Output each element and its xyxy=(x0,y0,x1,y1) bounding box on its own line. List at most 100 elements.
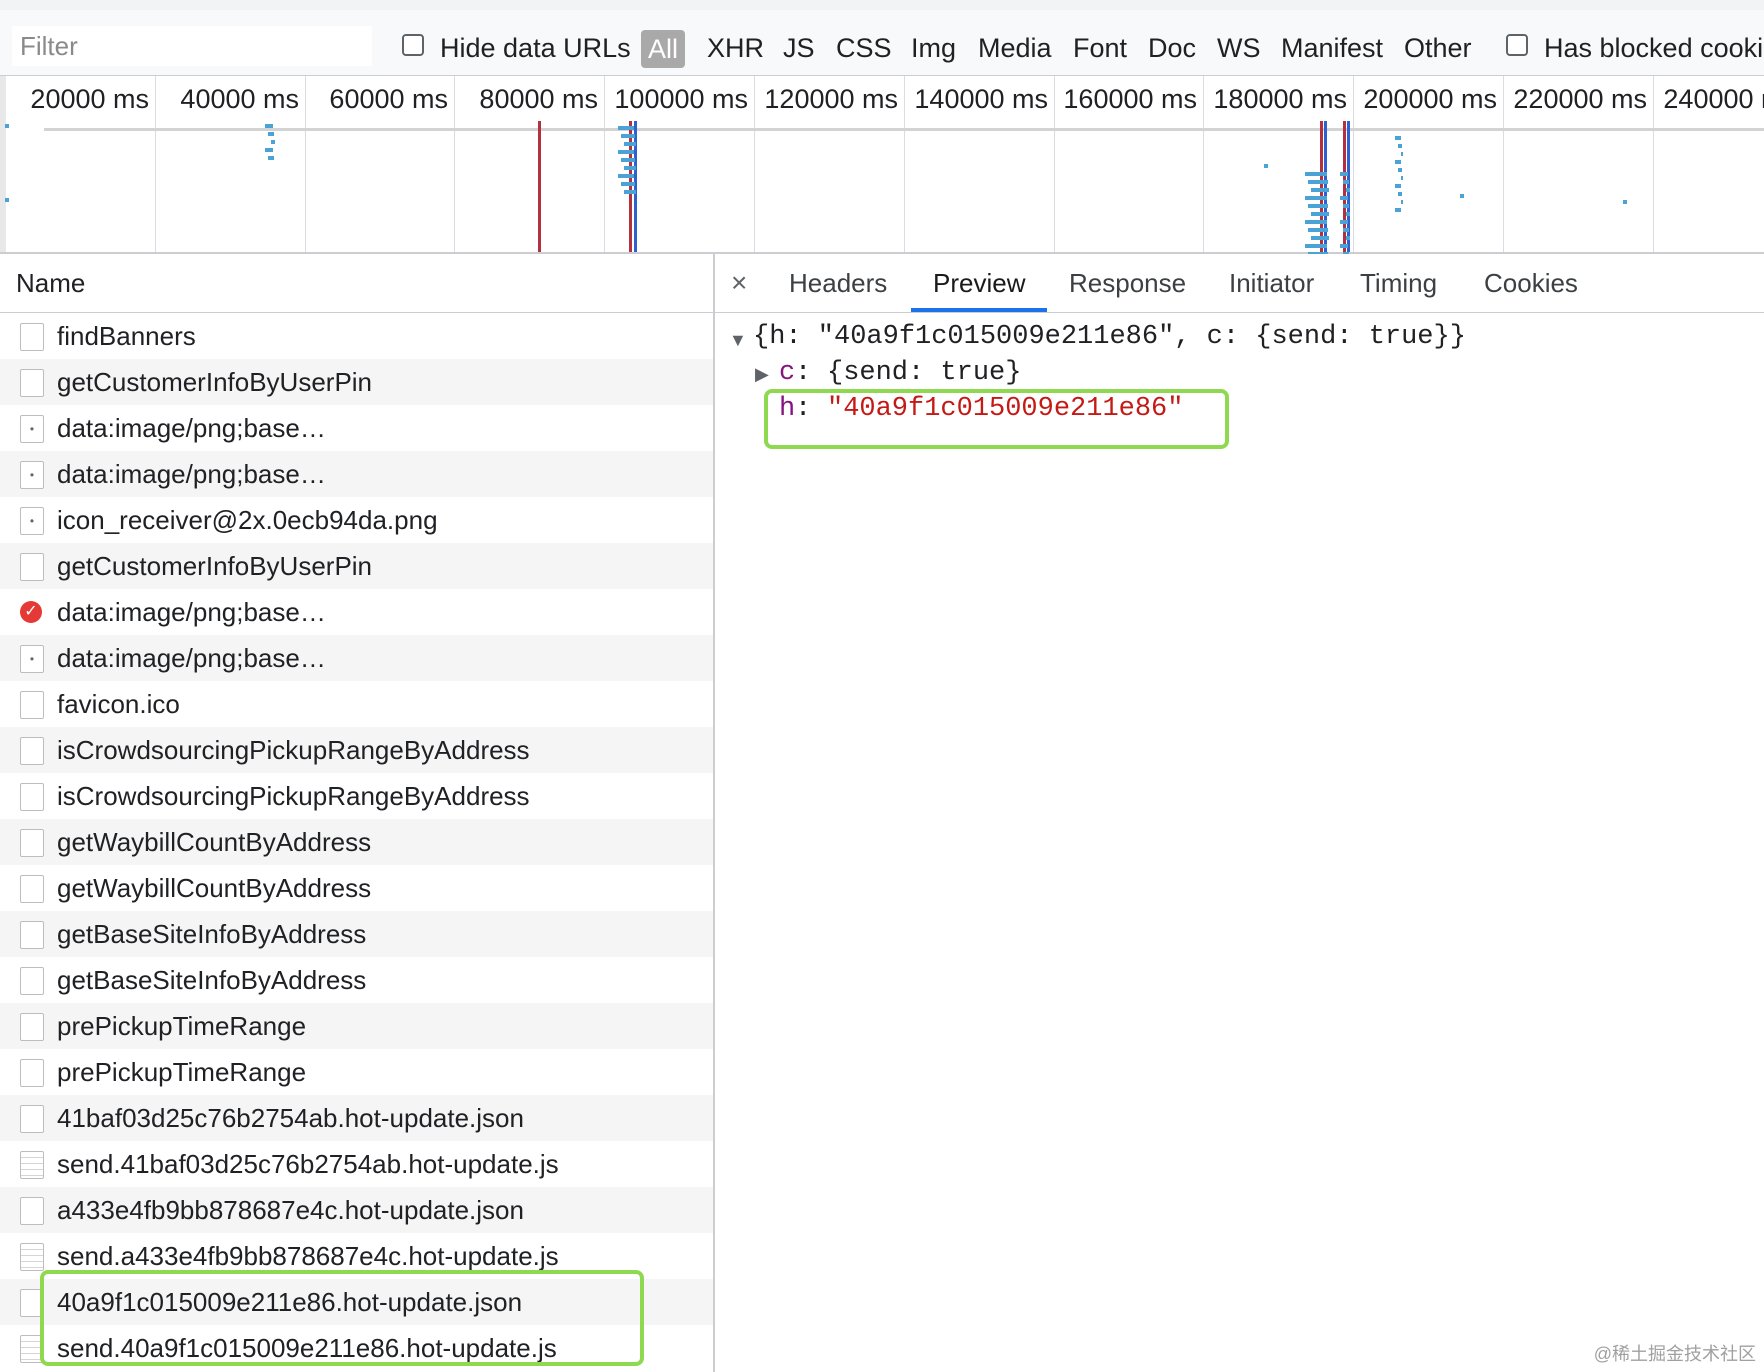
overview-request-bar xyxy=(621,158,635,162)
overview-request-bar xyxy=(624,166,636,170)
overview-request-bar xyxy=(1340,244,1348,248)
request-row[interactable]: prePickupTimeRange xyxy=(0,1003,713,1049)
request-row[interactable]: send.41baf03d25c76b2754ab.hot-update.js xyxy=(0,1141,713,1187)
overview-request-bar xyxy=(1395,160,1401,164)
overview-request-bar xyxy=(1343,180,1349,184)
overview-event-marker xyxy=(1347,121,1350,252)
filter-media-button[interactable]: Media xyxy=(978,32,1052,64)
request-row[interactable]: • icon_receiver@2x.0ecb94da.png xyxy=(0,497,713,543)
detail-tabs: × Headers Preview Response Initiator Tim… xyxy=(715,254,1764,313)
request-name: getWaybillCountByAddress xyxy=(57,827,372,857)
overview-request-bar xyxy=(1340,220,1348,224)
expand-root-triangle-icon[interactable]: ▼ xyxy=(729,330,747,351)
overview-request-bar xyxy=(5,124,9,128)
request-name: data:image/png;base… xyxy=(57,643,326,673)
watermark: @稀土掘金技术社区 xyxy=(1593,1344,1756,1364)
filter-all-button[interactable]: All xyxy=(641,30,685,68)
overview-tick-line xyxy=(305,76,306,252)
request-name: data:image/png;base… xyxy=(57,413,326,443)
request-row[interactable]: prePickupTimeRange xyxy=(0,1049,713,1095)
overview-tick-label: 240000 ms xyxy=(1663,84,1764,114)
request-row[interactable]: getBaseSiteInfoByAddress xyxy=(0,957,713,1003)
filter-manifest-button[interactable]: Manifest xyxy=(1281,32,1383,64)
blank-file-icon xyxy=(20,921,44,949)
expand-c-triangle-icon[interactable]: ▶ xyxy=(755,364,769,385)
has-blocked-cookies-checkbox[interactable] xyxy=(1506,34,1528,56)
filter-ws-button[interactable]: WS xyxy=(1217,32,1261,64)
preview-root-object[interactable]: {h: "40a9f1c015009e211e86", c: {send: tr… xyxy=(753,322,1466,352)
request-row[interactable]: getBaseSiteInfoByAddress xyxy=(0,911,713,957)
image-thumbnail-icon: • xyxy=(20,461,44,489)
request-row[interactable]: • data:image/png;base… xyxy=(0,635,713,681)
filter-font-button[interactable]: Font xyxy=(1073,32,1127,64)
overview-request-bar xyxy=(1401,152,1403,156)
request-row[interactable]: getWaybillCountByAddress xyxy=(0,819,713,865)
blank-file-icon xyxy=(20,691,44,719)
overview-request-bar xyxy=(624,142,636,146)
tab-headers[interactable]: Headers xyxy=(789,254,887,312)
overview-tick-label: 20000 ms xyxy=(30,84,149,114)
overview-request-bar xyxy=(1398,144,1402,148)
request-name: data:image/png;base… xyxy=(57,597,326,627)
filter-xhr-button[interactable]: XHR xyxy=(707,32,764,64)
image-thumbnail-icon: • xyxy=(20,507,44,535)
overview-request-bar xyxy=(271,140,275,144)
hide-data-urls-checkbox[interactable] xyxy=(402,34,424,56)
request-row[interactable]: getCustomerInfoByUserPin xyxy=(0,359,713,405)
request-row[interactable]: isCrowdsourcingPickupRangeByAddress xyxy=(0,727,713,773)
overview-request-bar xyxy=(1305,196,1327,200)
hide-data-urls-label: Hide data URLs xyxy=(440,33,631,63)
overview-request-bar xyxy=(1395,184,1401,188)
network-overview-timeline[interactable]: 20000 ms 40000 ms 60000 ms 80000 ms 100000 m… xyxy=(0,76,1764,280)
overview-request-bar xyxy=(268,132,274,136)
request-row[interactable]: ✓ data:image/png;base… xyxy=(0,589,713,635)
blank-file-icon xyxy=(20,553,44,581)
blank-file-icon xyxy=(20,323,44,351)
request-row[interactable]: • data:image/png;base… xyxy=(0,451,713,497)
name-column-header[interactable]: Name xyxy=(0,254,713,313)
overview-tick-line xyxy=(1054,76,1055,252)
overview-request-bar xyxy=(1346,188,1350,192)
tab-preview[interactable]: Preview xyxy=(911,254,1048,312)
overview-tick-line xyxy=(1653,76,1654,252)
request-row[interactable]: 41baf03d25c76b2754ab.hot-update.json xyxy=(0,1095,713,1141)
script-file-icon xyxy=(20,1243,44,1271)
overview-request-bar xyxy=(1395,208,1401,212)
request-row[interactable]: a433e4fb9bb878687e4c.hot-update.json xyxy=(0,1187,713,1233)
request-row[interactable]: isCrowdsourcingPickupRangeByAddress xyxy=(0,773,713,819)
request-detail-panel: × Headers Preview Response Initiator Tim… xyxy=(715,254,1764,1372)
overview-request-bar xyxy=(1305,244,1327,248)
request-row[interactable]: • data:image/png;base… xyxy=(0,405,713,451)
tab-initiator[interactable]: Initiator xyxy=(1229,254,1314,312)
tab-cookies[interactable]: Cookies xyxy=(1484,254,1578,312)
filter-img-button[interactable]: Img xyxy=(911,32,956,64)
overview-tick-label: 100000 ms xyxy=(614,84,748,114)
blank-file-icon xyxy=(20,369,44,397)
close-icon[interactable]: × xyxy=(731,254,747,312)
filter-other-button[interactable]: Other xyxy=(1404,32,1472,64)
overview-request-bar xyxy=(1308,180,1328,184)
filter-doc-button[interactable]: Doc xyxy=(1148,32,1196,64)
filter-js-button[interactable]: JS xyxy=(783,32,815,64)
filter-input[interactable] xyxy=(12,26,372,66)
request-row[interactable]: getCustomerInfoByUserPin xyxy=(0,543,713,589)
filter-css-button[interactable]: CSS xyxy=(836,32,892,64)
filter-bar: Hide data URLs All XHR JS CSS Img Media … xyxy=(0,10,1764,76)
request-row[interactable]: getWaybillCountByAddress xyxy=(0,865,713,911)
blank-file-icon xyxy=(20,783,44,811)
request-row[interactable]: findBanners xyxy=(0,313,713,359)
tab-response[interactable]: Response xyxy=(1069,254,1186,312)
overview-tick-label: 140000 ms xyxy=(914,84,1048,114)
overview-tick-label: 60000 ms xyxy=(329,84,448,114)
tab-timing[interactable]: Timing xyxy=(1360,254,1437,312)
overview-request-bar xyxy=(1346,236,1350,240)
overview-request-bar xyxy=(1398,168,1402,172)
overview-request-bar xyxy=(618,150,634,154)
overview-request-bar xyxy=(1623,200,1627,204)
request-row[interactable]: favicon.ico xyxy=(0,681,713,727)
overview-request-bar xyxy=(1308,228,1328,232)
overview-drag-handle[interactable] xyxy=(0,76,6,252)
overview-request-bar xyxy=(618,126,634,130)
overview-tick-line xyxy=(155,76,156,252)
request-name: send.41baf03d25c76b2754ab.hot-update.js xyxy=(57,1149,559,1179)
